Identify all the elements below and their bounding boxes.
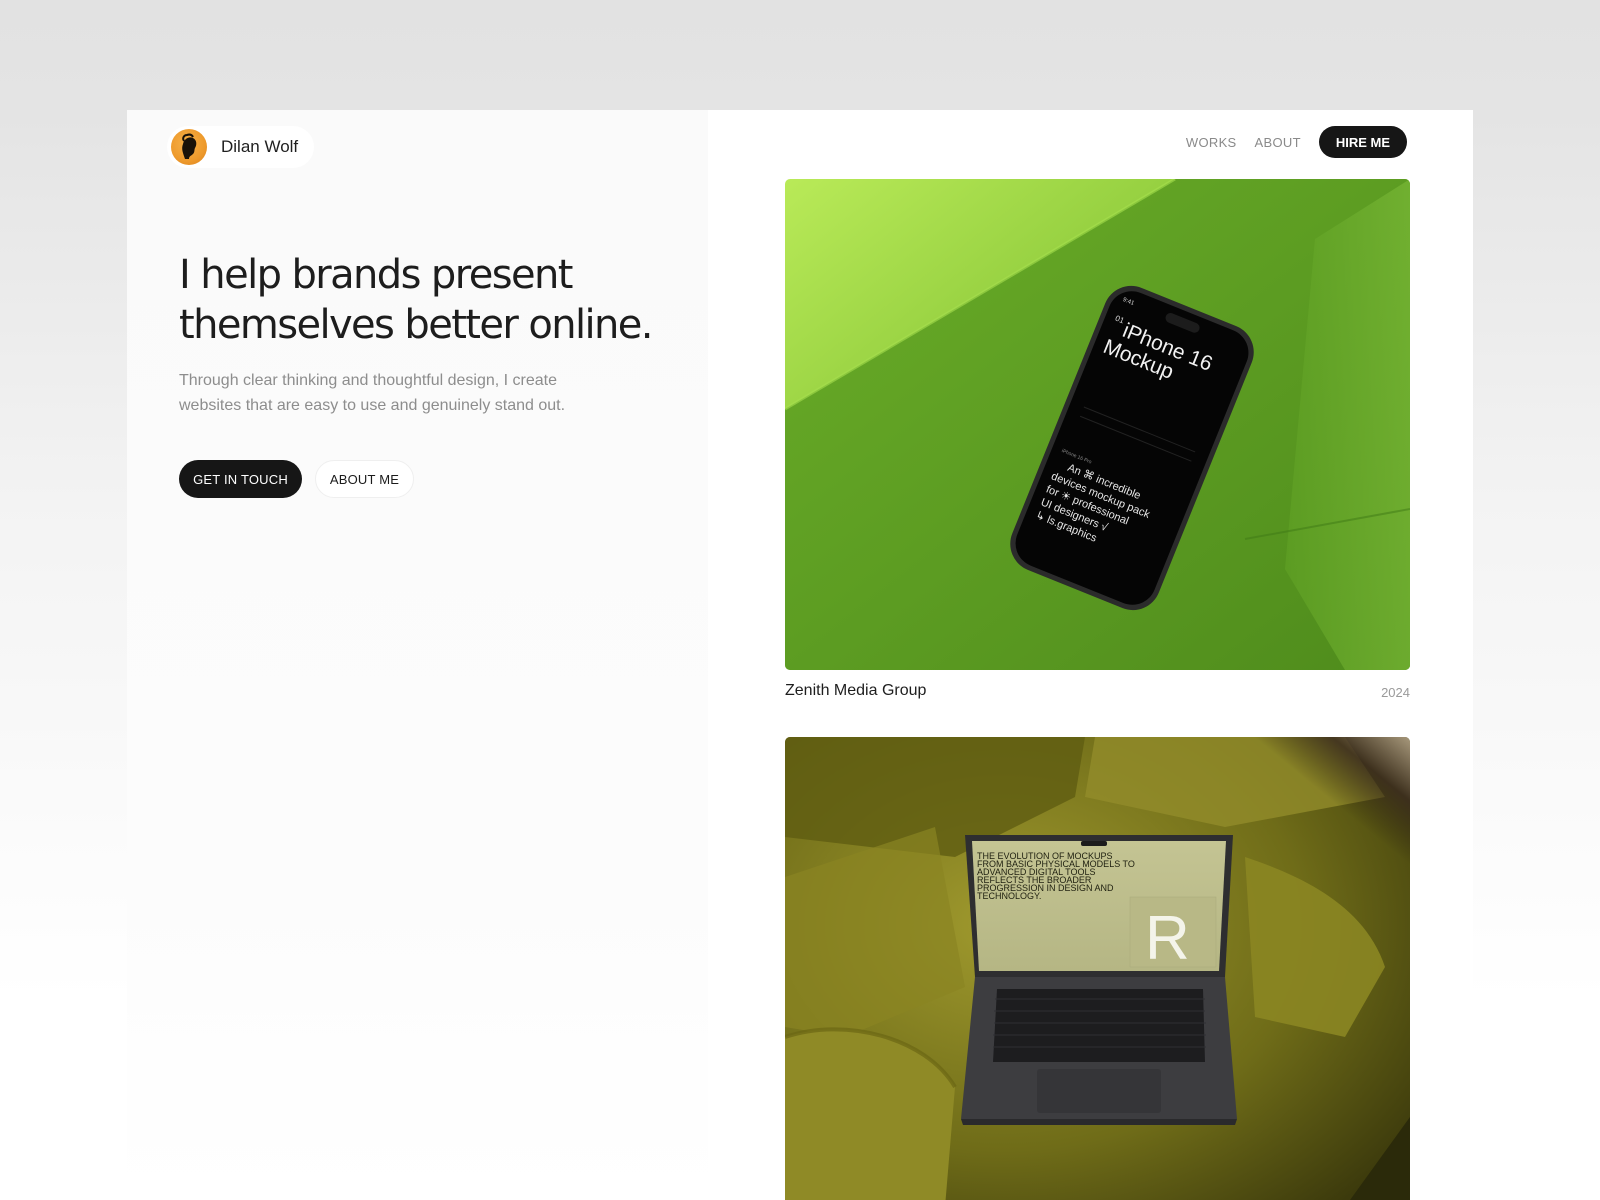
nav-about-link[interactable]: ABOUT bbox=[1255, 135, 1301, 150]
avatar bbox=[171, 129, 207, 165]
screen-line-6: TECHNOLOGY. bbox=[977, 891, 1041, 901]
work-image-zenith[interactable]: 9:41 01 iPhone 16 Mockup iPhone 16 Pro A… bbox=[785, 179, 1410, 670]
about-me-button[interactable]: ABOUT ME bbox=[315, 460, 414, 498]
page-frame: Dilan Wolf I help brands present themsel… bbox=[127, 110, 1473, 1200]
top-nav: WORKS ABOUT HIRE ME bbox=[1186, 126, 1407, 158]
work-title[interactable]: Zenith Media Group bbox=[785, 682, 926, 700]
brand-name: Dilan Wolf bbox=[221, 137, 299, 156]
nav-works-link[interactable]: WORKS bbox=[1186, 135, 1237, 150]
get-in-touch-button[interactable]: GET IN TOUCH bbox=[179, 460, 302, 498]
work-image-laptop[interactable]: THE EVOLUTION OF MOCKUPS FROM BASIC PHYS… bbox=[785, 737, 1410, 1200]
hero-headline: I help brands present themselves better … bbox=[179, 252, 653, 348]
work-year: 2024 bbox=[1381, 685, 1410, 700]
screen-letter: R bbox=[1145, 904, 1190, 973]
brand-link[interactable]: Dilan Wolf bbox=[167, 126, 315, 168]
hero-panel: Dilan Wolf I help brands present themsel… bbox=[127, 110, 708, 1200]
hire-me-button[interactable]: HIRE ME bbox=[1318, 126, 1407, 158]
hero-subtext: Through clear thinking and thoughtful de… bbox=[179, 372, 566, 414]
